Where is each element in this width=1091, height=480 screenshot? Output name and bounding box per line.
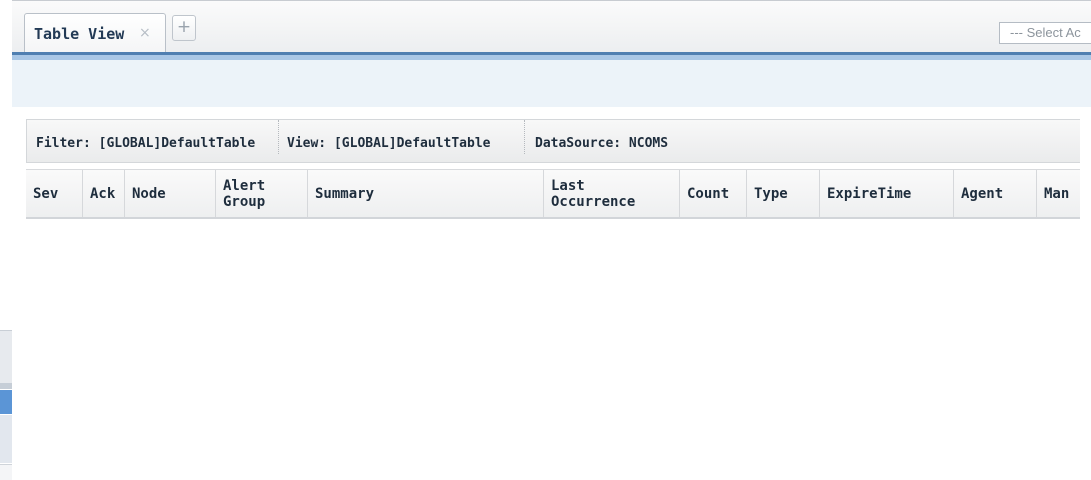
left-panel-footer bbox=[0, 464, 12, 480]
close-icon[interactable]: × bbox=[139, 25, 151, 41]
column-header-count[interactable]: Count bbox=[680, 170, 747, 217]
plus-icon: + bbox=[176, 17, 192, 37]
view-label[interactable]: View: [GLOBAL]DefaultTable bbox=[287, 136, 491, 151]
column-header-sev[interactable]: Sev bbox=[26, 170, 83, 217]
filter-bar: Filter: [GLOBAL]DefaultTable View: [GLOB… bbox=[26, 119, 1080, 163]
column-header-expiretime[interactable]: ExpireTime bbox=[820, 170, 954, 217]
event-list-panel: Filter: [GLOBAL]DefaultTable View: [GLOB… bbox=[26, 107, 1091, 479]
column-header-last-occurrence[interactable]: Last Occurrence bbox=[544, 170, 680, 217]
datasource-label: DataSource: NCOMS bbox=[535, 136, 669, 151]
left-panel-divider bbox=[0, 383, 12, 389]
column-header-ack[interactable]: Ack bbox=[83, 170, 125, 217]
table-header: Sev Ack Node Alert Group Summary Last Oc… bbox=[26, 169, 1080, 219]
left-panel-selected-item[interactable] bbox=[0, 390, 12, 414]
table-body[interactable] bbox=[26, 219, 1080, 479]
tab-table-view[interactable]: Table View × bbox=[24, 13, 166, 53]
column-header-manager[interactable]: Man bbox=[1037, 170, 1080, 217]
left-panel-header bbox=[0, 330, 12, 383]
view-separator bbox=[524, 120, 525, 154]
add-tab-button[interactable]: + bbox=[172, 15, 196, 41]
filter-label[interactable]: Filter: [GLOBAL]DefaultTable bbox=[36, 136, 255, 151]
tab-label: Table View bbox=[34, 25, 125, 43]
filter-separator bbox=[278, 120, 279, 154]
column-header-agent[interactable]: Agent bbox=[954, 170, 1037, 217]
tab-bar: Table View × + --- Select Ac bbox=[12, 0, 1091, 53]
column-header-alert-group[interactable]: Alert Group bbox=[216, 170, 308, 217]
select-action-dropdown[interactable]: --- Select Ac bbox=[999, 22, 1091, 44]
column-header-summary[interactable]: Summary bbox=[308, 170, 544, 217]
column-header-node[interactable]: Node bbox=[125, 170, 216, 217]
toolbar-area bbox=[12, 60, 1091, 107]
left-panel-item[interactable] bbox=[0, 415, 12, 463]
column-header-type[interactable]: Type bbox=[747, 170, 820, 217]
